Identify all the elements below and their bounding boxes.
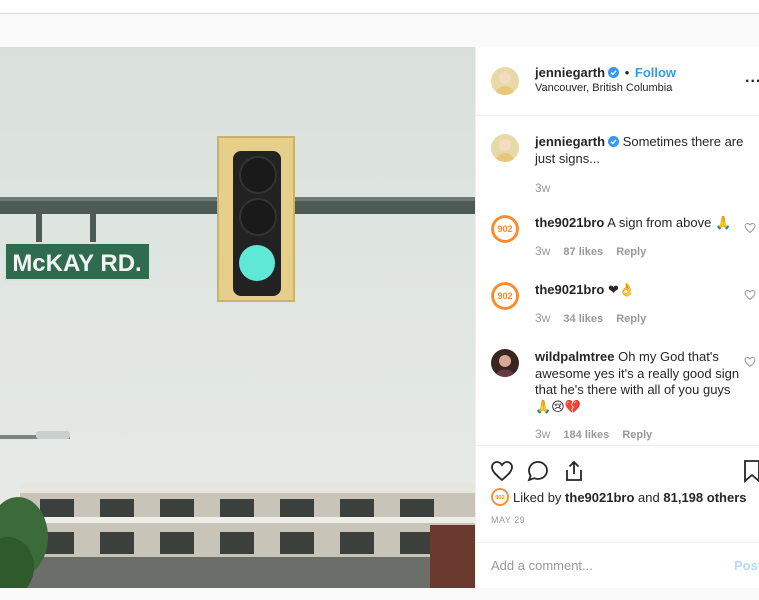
comment-text: the9021bro A sign from above 🙏 (535, 215, 745, 232)
author-avatar[interactable] (491, 134, 519, 162)
comment-username[interactable]: the9021bro (535, 282, 604, 297)
commenter-avatar[interactable] (491, 349, 519, 377)
liked-and: and (638, 490, 660, 505)
top-bar (0, 0, 759, 14)
liked-others-count[interactable]: 81,198 others (663, 490, 746, 505)
comment-like-heart-icon[interactable] (744, 356, 756, 368)
reply-button[interactable]: Reply (622, 429, 652, 441)
green-signal (239, 245, 275, 281)
comment-age[interactable]: 3w (535, 311, 550, 325)
liked-by-avatar[interactable]: 902 (491, 488, 509, 506)
location-link[interactable]: Vancouver, British Columbia (535, 82, 672, 94)
bookmark-icon[interactable] (740, 459, 759, 483)
post-photo[interactable]: McKAY RD. (0, 47, 475, 588)
post-date[interactable]: MAY 29 (491, 515, 525, 525)
svg-text:902: 902 (495, 495, 505, 501)
comment-body: A sign from above 🙏 (607, 215, 732, 230)
svg-text:902: 902 (497, 224, 512, 234)
separator-dot: • (624, 65, 630, 80)
comment-age[interactable]: 3w (535, 427, 550, 441)
traffic-light (217, 136, 295, 302)
comment-age[interactable]: 3w (535, 244, 550, 258)
liked-by-line: 902 Liked by the9021bro and 81,198 others (491, 488, 746, 506)
comment-like-heart-icon[interactable] (744, 222, 756, 234)
caption-text: jenniegarth Sometimes there are just sig… (535, 134, 745, 167)
building (20, 483, 475, 588)
post-actions: 902 Liked by the9021bro and 81,198 others… (476, 445, 759, 589)
svg-text:902: 902 (497, 291, 512, 301)
author-avatar[interactable] (491, 67, 519, 95)
add-comment-bar: Add a comment... Post (476, 542, 759, 590)
comment-icon[interactable] (526, 459, 550, 483)
comment-meta: 3w 184 likes Reply (535, 427, 662, 441)
comment-username[interactable]: wildpalmtree (535, 349, 614, 364)
author-username[interactable]: jenniegarth (535, 65, 605, 80)
post-side-panel: jenniegarth • Follow Vancouver, British … (475, 47, 759, 588)
commenter-avatar[interactable]: 902 (491, 282, 519, 310)
comment-likes[interactable]: 87 likes (563, 246, 603, 258)
commenter-avatar[interactable]: 902 (491, 215, 519, 243)
comment-meta: 3w (535, 181, 560, 195)
more-options-icon[interactable]: ... (745, 69, 759, 87)
share-icon[interactable] (562, 459, 586, 483)
bottom-bar (0, 588, 759, 600)
heart-icon[interactable] (490, 459, 514, 483)
reply-button[interactable]: Reply (616, 313, 646, 325)
post-header: jenniegarth • Follow Vancouver, British … (476, 47, 759, 116)
post-comment-button[interactable]: Post (734, 558, 759, 573)
follow-button[interactable]: Follow (635, 65, 676, 80)
street-sign: McKAY RD. (4, 242, 151, 281)
comment-text: wildpalmtree Oh my God that's awesome ye… (535, 349, 745, 415)
comment-likes[interactable]: 184 likes (563, 429, 609, 441)
traffic-light-photo: McKAY RD. (0, 47, 475, 588)
liked-by-user[interactable]: the9021bro (565, 490, 634, 505)
verified-badge-icon (608, 67, 620, 78)
comment-age[interactable]: 3w (535, 181, 550, 195)
liked-prefix: Liked by (513, 490, 562, 505)
comment-likes[interactable]: 34 likes (563, 313, 603, 325)
author-line: jenniegarth • Follow (535, 65, 676, 80)
comment-username[interactable]: the9021bro (535, 215, 604, 230)
verified-badge-icon (608, 136, 620, 147)
comment-username[interactable]: jenniegarth (535, 134, 605, 149)
comment-text: the9021bro ❤👌 (535, 282, 745, 299)
comment-meta: 3w 87 likes Reply (535, 244, 656, 258)
add-comment-input[interactable]: Add a comment... (491, 558, 593, 573)
street-sign-label: McKAY RD. (12, 250, 141, 277)
comment-like-heart-icon[interactable] (744, 289, 756, 301)
reply-button[interactable]: Reply (616, 246, 646, 258)
comment-body: ❤👌 (608, 282, 636, 297)
comment-meta: 3w 34 likes Reply (535, 311, 656, 325)
